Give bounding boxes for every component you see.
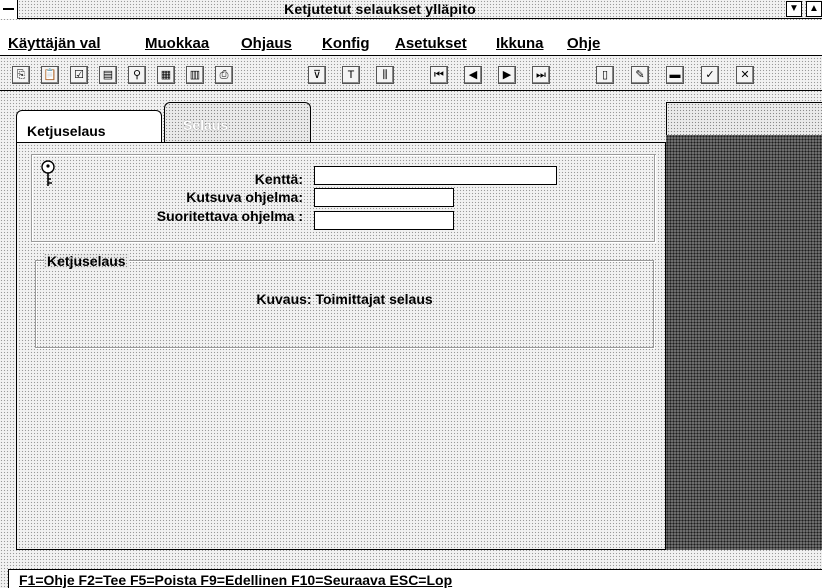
kutsuva-ohjelma-label: Kutsuva ohjelma: — [186, 189, 303, 205]
grid-icon: ▦ — [160, 69, 172, 81]
delete-icon: ▬ — [669, 69, 681, 81]
text-button[interactable]: T — [342, 66, 360, 84]
window-title: Ketjutetut selaukset ylläpito — [284, 1, 476, 17]
menu-asetukset[interactable]: Asetukset — [395, 35, 467, 52]
menu-bar: Käyttäjän val Muokkaa Ohjaus Konfig Aset… — [0, 20, 822, 56]
edit-icon: ✎ — [635, 69, 645, 81]
suoritettava-ohjelma-label: Suoritettava ohjelma : — [156, 208, 303, 224]
filter-button[interactable]: ⊽ — [308, 66, 326, 84]
description-group: Ketjuselaus Kuvaus: Toimittajat selaus — [35, 253, 654, 348]
checkbox-icon: ☑ — [74, 69, 84, 81]
tab-selaus-label: Selaus — [183, 117, 229, 133]
maximize-button[interactable]: ▲ — [806, 1, 822, 17]
menu-konfig[interactable]: Konfig — [322, 35, 369, 52]
new-icon: ▯ — [601, 69, 609, 81]
edit-button[interactable]: ✎ — [631, 66, 649, 84]
paste-button[interactable]: 📋 — [41, 66, 59, 84]
tab-ketjuselaus[interactable]: Ketjuselaus — [16, 110, 162, 143]
side-panel — [666, 135, 822, 550]
status-bar: F1=Ohje F2=Tee F5=Poista F9=Edellinen F1… — [8, 569, 822, 588]
accept-icon: ✓ — [705, 69, 715, 81]
kentta-label: Kenttä: — [254, 171, 303, 187]
columns-button[interactable]: ⫼ — [376, 66, 394, 84]
first-record-button[interactable]: ⏮ — [430, 66, 448, 84]
zoom-icon: ⚲ — [132, 69, 142, 81]
suoritettava-ohjelma-input[interactable] — [314, 211, 454, 230]
menu-muokkaa[interactable]: Muokkaa — [145, 35, 209, 52]
next-record-button[interactable]: ▶ — [498, 66, 516, 84]
copy-icon: ⎘ — [16, 69, 26, 81]
description-legend: Ketjuselaus — [44, 253, 129, 269]
text-icon: T — [347, 69, 355, 81]
next-record-icon: ▶ — [502, 69, 512, 81]
minimize-button[interactable]: ▼ — [786, 1, 802, 17]
prev-record-icon: ◀ — [468, 69, 478, 81]
grid-button[interactable]: ▦ — [157, 66, 175, 84]
fields-group: Kenttä: Kutsuva ohjelma: Suoritettava oh… — [31, 154, 655, 242]
new-button[interactable]: ▯ — [596, 66, 614, 84]
zoom-button[interactable]: ⚲ — [128, 66, 146, 84]
first-record-icon: ⏮ — [434, 69, 444, 81]
menu-ikkuna[interactable]: Ikkuna — [496, 35, 544, 52]
print-button[interactable]: ⎙ — [215, 66, 233, 84]
tab-ketjuselaus-label: Ketjuselaus — [27, 123, 106, 139]
kentta-input[interactable] — [314, 166, 557, 185]
key-icon — [41, 160, 55, 186]
cancel-icon: ✕ — [740, 69, 750, 81]
title-bar: Ketjutetut selaukset ylläpito ▼ ▲ — [0, 0, 822, 19]
note-button[interactable]: ▤ — [99, 66, 117, 84]
menu-ohje[interactable]: Ohje — [567, 35, 600, 52]
filter-icon: ⊽ — [312, 69, 322, 81]
prev-record-button[interactable]: ◀ — [464, 66, 482, 84]
menu-ohjaus[interactable]: Ohjaus — [241, 35, 292, 52]
checkbox-button[interactable]: ☑ — [70, 66, 88, 84]
delete-button[interactable]: ▬ — [666, 66, 684, 84]
last-record-icon: ⏭ — [536, 69, 546, 81]
function-key-hints: F1=Ohje F2=Tee F5=Poista F9=Edellinen F1… — [19, 572, 453, 588]
kutsuva-ohjelma-input[interactable] — [314, 188, 454, 207]
description-text: Kuvaus: Toimittajat selaus — [256, 291, 433, 307]
tab-content-pane: Kenttä: Kutsuva ohjelma: Suoritettava oh… — [16, 142, 666, 550]
columns-icon: ⫼ — [382, 69, 388, 81]
paste-icon: 📋 — [43, 69, 57, 81]
cancel-button[interactable]: ✕ — [736, 66, 754, 84]
tab-selaus[interactable]: Selaus — [164, 102, 311, 143]
menu-kayttajan-val[interactable]: Käyttäjän val — [8, 35, 101, 52]
print-icon: ⎙ — [219, 69, 229, 81]
note-icon: ▤ — [102, 69, 114, 81]
tab-strip-filler — [666, 102, 822, 135]
calculator-button[interactable]: ▥ — [186, 66, 204, 84]
calculator-icon: ▥ — [189, 69, 201, 81]
toolbar: ⎘ 📋 ☑ ▤ ⚲ ▦ ▥ ⎙ ⊽ T ⫼ ⏮ ◀ ▶ ⏭ ▯ ✎ ▬ ✓ ✕ — [0, 57, 822, 91]
accept-button[interactable]: ✓ — [701, 66, 719, 84]
last-record-button[interactable]: ⏭ — [532, 66, 550, 84]
copy-button[interactable]: ⎘ — [12, 66, 30, 84]
